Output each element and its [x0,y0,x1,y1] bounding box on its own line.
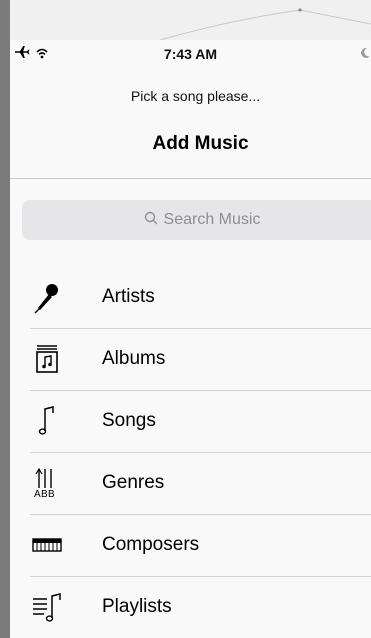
category-list: Artists Albums Songs A B B Genres Compos… [10,267,371,638]
category-artists[interactable]: Artists [10,267,371,329]
svg-text:B: B [41,489,48,500]
nav-divider [10,178,371,179]
category-genres[interactable]: A B B Genres [10,453,371,515]
category-label: Songs [102,410,156,431]
category-composers[interactable]: Composers [10,515,371,577]
add-music-sheet: 7:43 AM Pick a song please... Add Music … [10,40,371,638]
category-playlists[interactable]: Playlists [10,577,371,638]
background-app [10,0,371,40]
page-title: Add Music [152,133,249,154]
search-field[interactable]: Search Music [22,200,371,240]
picker-prompt: Pick a song please... [130,88,261,104]
status-bar: 7:43 AM [10,40,371,66]
svg-text:A: A [34,489,41,500]
album-icon [30,342,64,376]
category-label: Genres [102,472,165,493]
category-label: Playlists [102,596,172,617]
music-note-icon [30,404,64,438]
playlist-icon [30,590,64,624]
search-placeholder: Search Music [163,211,261,228]
genres-icon: A B B [30,466,64,500]
status-time: 7:43 AM [163,46,218,62]
moon-icon [359,46,369,58]
microphone-icon [30,280,64,314]
category-label: Artists [102,286,155,307]
svg-text:B: B [48,489,55,500]
search-icon [144,211,158,230]
category-songs[interactable]: Songs [10,391,371,453]
piano-icon [30,528,64,562]
category-label: Albums [102,348,166,369]
category-label: Composers [102,534,200,555]
category-albums[interactable]: Albums [10,329,371,391]
screen: 7:43 AM Pick a song please... Add Music … [10,0,371,638]
